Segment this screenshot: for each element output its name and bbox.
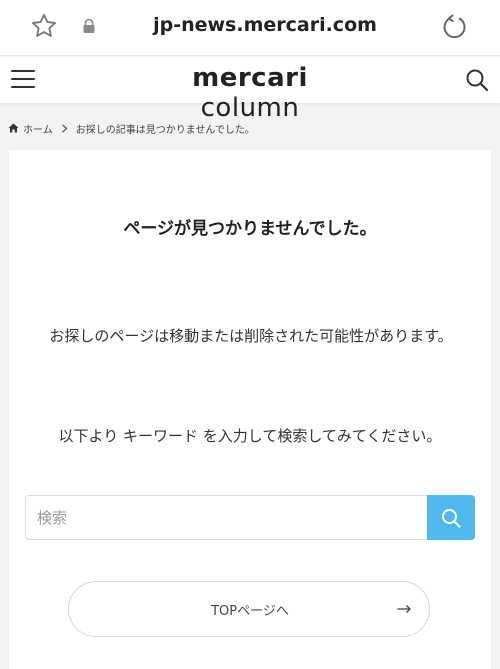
search-icon (442, 508, 461, 528)
browser-address-bar: jp-news.mercari.com (0, 0, 500, 56)
search-hint: 以下より キーワード を入力して検索してみてください。 (58, 427, 442, 445)
search-form (25, 495, 475, 540)
logo-mercari: mercari (192, 63, 308, 93)
top-page-button[interactable]: TOPページへ (68, 581, 430, 637)
search-button[interactable] (427, 495, 475, 540)
search-input[interactable] (25, 495, 427, 540)
arrow-right-icon (397, 605, 411, 613)
breadcrumb: ホーム お探しの記事は見つかりませんでした。 (8, 120, 255, 136)
url-text[interactable]: jp-news.mercari.com (120, 14, 410, 36)
reload-icon[interactable] (440, 12, 470, 42)
star-icon[interactable] (30, 12, 58, 40)
home-icon (8, 123, 19, 133)
lock-icon (83, 18, 95, 33)
logo-column: column (200, 93, 300, 123)
top-page-button-label: TOPページへ (211, 604, 289, 619)
not-found-card: ページが見つかりませんでした。 お探しのページは移動または削除された可能性があり… (9, 150, 491, 669)
breadcrumb-home[interactable]: ホーム (23, 121, 53, 136)
error-message: お探しのページは移動または削除された可能性があります。 (49, 327, 453, 345)
search-icon[interactable] (465, 68, 489, 92)
chevron-right-icon (61, 123, 68, 133)
page-title: ページが見つかりませんでした。 (123, 219, 377, 239)
site-logo[interactable]: mercari column (150, 63, 350, 123)
menu-icon[interactable] (11, 70, 35, 90)
site-header: mercari column (0, 57, 500, 123)
breadcrumb-current: お探しの記事は見つかりませんでした。 (75, 124, 255, 136)
